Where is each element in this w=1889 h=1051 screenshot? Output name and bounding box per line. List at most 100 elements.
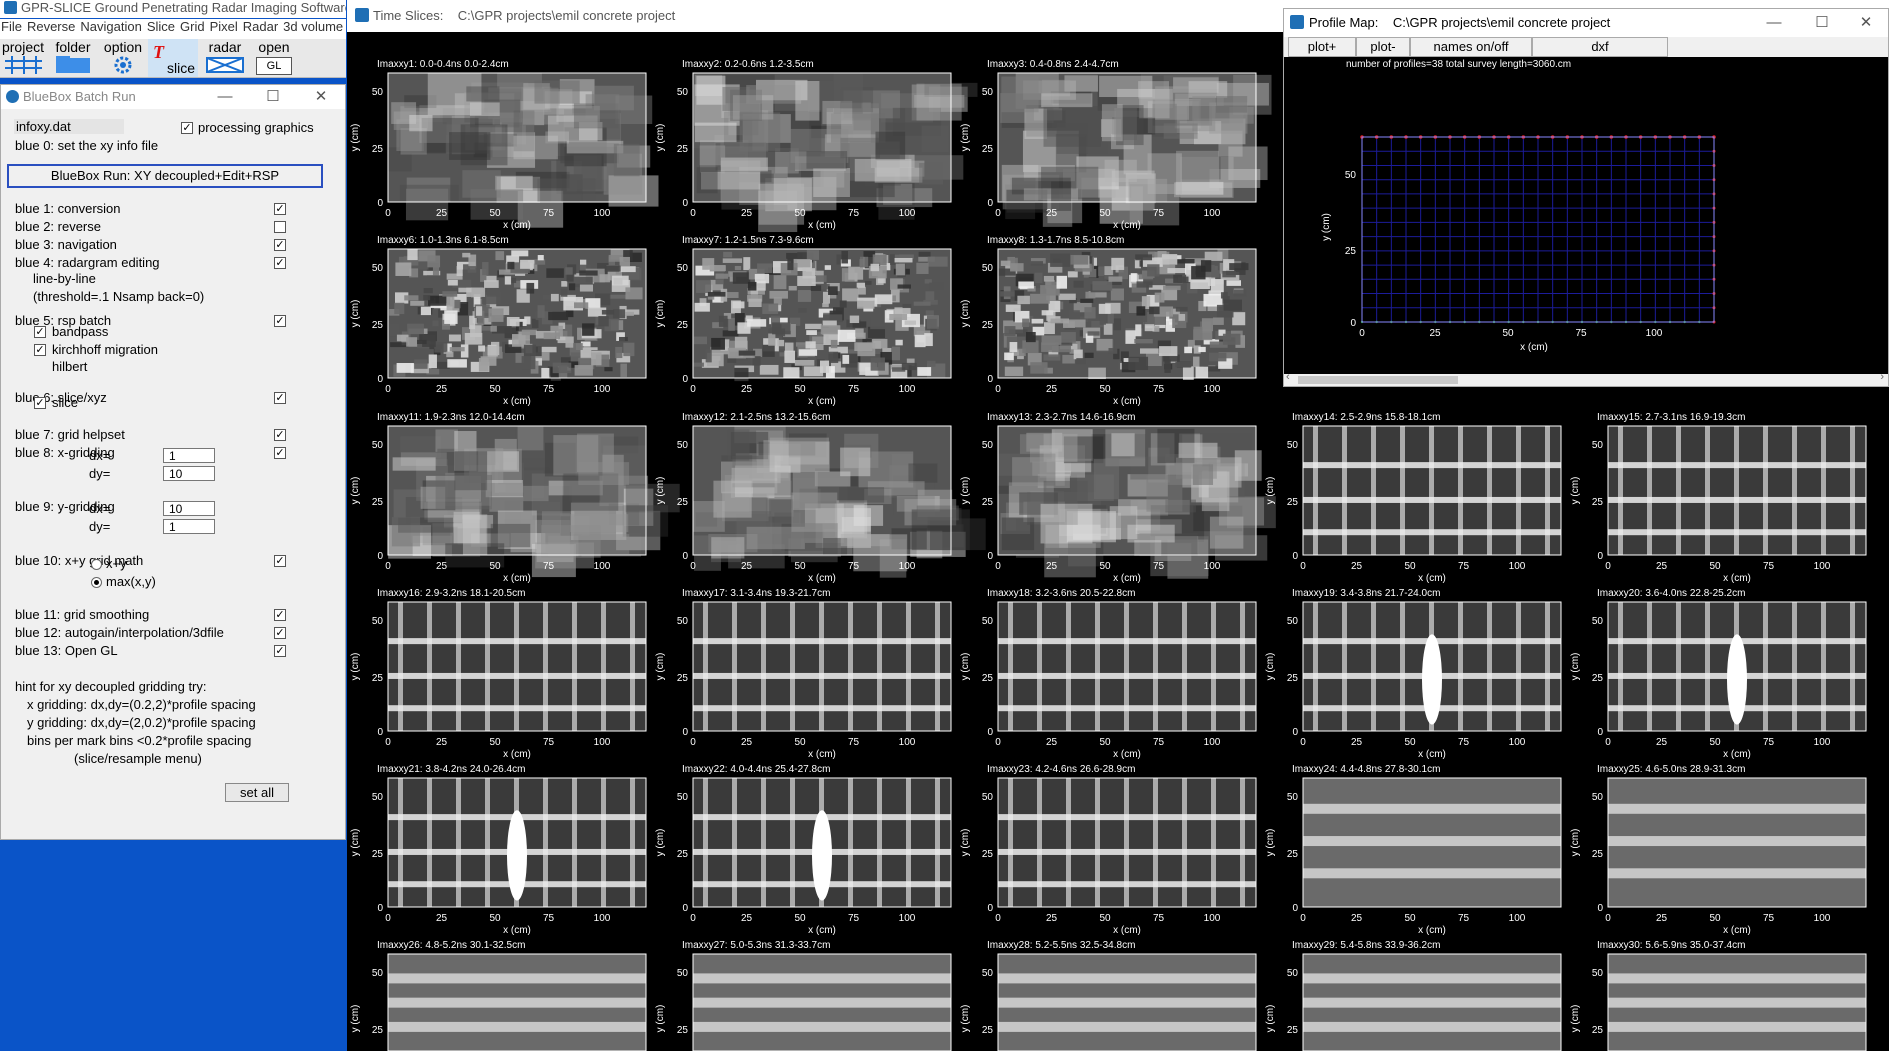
- menu-reverse[interactable]: Reverse: [27, 19, 75, 34]
- menu-slice[interactable]: Slice: [147, 19, 175, 34]
- y-axis-label: y (cm): [655, 300, 666, 328]
- folder-button[interactable]: folder: [50, 39, 96, 77]
- time-slice-panel[interactable]: Imaxxy18: 3.2-3.6ns 20.5-22.8cm 0 25 50 y (c…: [960, 588, 1257, 760]
- scroll-left-icon[interactable]: ‹: [1286, 371, 1290, 383]
- y-axis-label: y (cm): [655, 829, 666, 857]
- processing-graphics-checkbox[interactable]: ✓: [181, 122, 193, 134]
- menu-radar[interactable]: Radar: [243, 19, 278, 34]
- pmap-scroll-thumb[interactable]: [1298, 376, 1458, 384]
- time-slice-panel[interactable]: Imaxxy3: 0.4-0.8ns 2.4-4.7cm 0 25 50 y (cm) 0…: [960, 59, 1272, 231]
- maximize-button[interactable]: ☐: [253, 85, 293, 109]
- time-slice-panel[interactable]: Imaxxy15: 2.7-3.1ns 16.9-19.3cm 0 25 50 y (c…: [1570, 412, 1867, 584]
- batch-item-checkbox[interactable]: ✓: [274, 609, 286, 621]
- time-slice-panel[interactable]: Imaxxy20: 3.6-4.0ns 22.8-25.2cm 0 25 50 y (c…: [1570, 588, 1867, 760]
- menu-file[interactable]: File: [1, 19, 22, 34]
- time-slice-panel[interactable]: Imaxxy16: 2.9-3.2ns 18.1-20.5cm 0 25 50 y (c…: [350, 588, 647, 760]
- y-tick-label: 0: [987, 903, 993, 914]
- xgrid-dy-input[interactable]: 10: [163, 466, 215, 481]
- pmap-horizontal-scrollbar[interactable]: ‹ ›: [1284, 371, 1888, 386]
- info-file-field[interactable]: infoxy.dat: [14, 119, 124, 134]
- pmap-close-button[interactable]: ✕: [1846, 9, 1886, 37]
- radar-button[interactable]: radar: [202, 39, 248, 77]
- blue0-label[interactable]: blue 0: set the xy info file: [15, 138, 158, 153]
- x-tick-label: 75: [543, 737, 555, 748]
- threshold-label: (threshold=.1 Nsamp back=0): [33, 289, 205, 304]
- menu-navigation[interactable]: Navigation: [80, 19, 141, 34]
- bluebox-run-button[interactable]: BlueBox Run: XY decoupled+Edit+RSP: [7, 164, 323, 188]
- time-slice-panel[interactable]: Imaxxy13: 2.3-2.7ns 14.6-16.9cm 0 25 50 y (c…: [960, 412, 1276, 584]
- pmap-x-tick: 100: [1646, 328, 1663, 339]
- time-slice-panel[interactable]: Imaxxy7: 1.2-1.5ns 7.3-9.6cm 0 25 50 y (cm) 0…: [655, 235, 952, 407]
- time-slice-panel[interactable]: Imaxxy8: 1.3-1.7ns 8.5-10.8cm 0 25 50 y (cm)…: [960, 235, 1257, 407]
- pmap-maximize-button[interactable]: ☐: [1802, 9, 1842, 37]
- slice-checkbox[interactable]: ✓: [34, 397, 46, 409]
- x-axis-label: x (cm): [1113, 925, 1141, 936]
- names-toggle-button[interactable]: names on/off: [1410, 37, 1532, 57]
- time-slice-panel[interactable]: Imaxxy26: 4.8-5.2ns 30.1-32.5cm 25 50 y (cm…: [350, 940, 647, 1051]
- time-slice-panel[interactable]: Imaxxy11: 1.9-2.3ns 12.0-14.4cm 0 25 50 y (c…: [350, 412, 680, 584]
- time-slice-panel[interactable]: Imaxxy29: 5.4-5.8ns 33.9-36.2cm 25 50 y (cm…: [1265, 940, 1562, 1051]
- time-slice-panel[interactable]: Imaxxy22: 4.0-4.4ns 25.4-27.8cm 0 25 50 y (c…: [655, 764, 952, 936]
- time-slice-panel[interactable]: Imaxxy12: 2.1-2.5ns 13.2-15.6cm 0 25 50 y (c…: [655, 412, 986, 584]
- y-axis-label: y (cm): [655, 477, 666, 505]
- batch-item-checkbox[interactable]: ✓: [274, 645, 286, 657]
- kirchhoff-label: kirchhoff migration: [52, 342, 158, 357]
- batch-item-checkbox[interactable]: ✓: [274, 257, 286, 269]
- batch-item-checkbox[interactable]: [274, 221, 286, 233]
- math-radio-sum[interactable]: [91, 559, 102, 570]
- y-tick-label: 50: [372, 87, 384, 98]
- time-slice-panel[interactable]: Imaxxy21: 3.8-4.2ns 24.0-26.4cm 0 25 50 y (c…: [350, 764, 647, 936]
- xgrid-dx-input[interactable]: 1: [163, 448, 215, 463]
- time-slice-panel[interactable]: Imaxxy25: 4.6-5.0ns 28.9-31.3cm 0 25 50 y (c…: [1570, 764, 1867, 936]
- ygrid-dy-input[interactable]: 1: [163, 519, 215, 534]
- option-button[interactable]: option: [100, 39, 146, 77]
- open-gl-button[interactable]: open GL: [252, 39, 296, 77]
- batch-item-checkbox[interactable]: ✓: [274, 627, 286, 639]
- project-button[interactable]: project: [0, 39, 46, 77]
- plot-minus-button[interactable]: plot-: [1356, 37, 1410, 57]
- minimize-button[interactable]: —: [205, 85, 245, 109]
- time-slice-panel[interactable]: Imaxxy17: 3.1-3.4ns 19.3-21.7cm 0 25 50 y (c…: [655, 588, 952, 760]
- batch-item-checkbox[interactable]: ✓: [274, 555, 286, 567]
- time-slice-panel[interactable]: Imaxxy28: 5.2-5.5ns 32.5-34.8cm 25 50 y (cm…: [960, 940, 1257, 1051]
- profile-map-plot[interactable]: number of profiles=38 total survey lengt…: [1284, 57, 1888, 374]
- time-slice-panel[interactable]: Imaxxy19: 3.4-3.8ns 21.7-24.0cm 0 25 50 y (c…: [1265, 588, 1562, 760]
- set-all-button[interactable]: set all: [225, 783, 289, 802]
- pmap-minimize-button[interactable]: —: [1754, 9, 1794, 37]
- scroll-right-icon[interactable]: ›: [1880, 371, 1884, 383]
- plot-plus-button[interactable]: plot+: [1288, 37, 1356, 57]
- time-slice-panel[interactable]: Imaxxy23: 4.2-4.6ns 26.6-28.9cm 0 25 50 y (c…: [960, 764, 1257, 936]
- time-slice-panel[interactable]: Imaxxy30: 5.6-5.9ns 35.0-37.4cm 25 50 y (cm…: [1570, 940, 1867, 1051]
- batch-item-checkbox[interactable]: ✓: [274, 447, 286, 459]
- ygrid-dx-input[interactable]: 10: [163, 501, 215, 516]
- kirchhoff-checkbox[interactable]: ✓: [34, 344, 46, 356]
- time-slice-panel[interactable]: Imaxxy27: 5.0-5.3ns 31.3-33.7cm 25 50 y (cm…: [655, 940, 952, 1051]
- batch-item-checkbox[interactable]: ✓: [274, 429, 286, 441]
- time-slice-panel[interactable]: Imaxxy2: 0.2-0.6ns 1.2-3.5cm 0 25 50 y (cm) 0…: [655, 59, 978, 233]
- x-tick-label: 100: [899, 913, 916, 924]
- time-slice-panel[interactable]: Imaxxy14: 2.5-2.9ns 15.8-18.1cm 0 25 50 y (c…: [1265, 412, 1562, 584]
- y-tick-label: 50: [1592, 616, 1604, 627]
- x-tick-label: 50: [1709, 737, 1721, 748]
- math-radio-max[interactable]: [91, 577, 102, 588]
- slice-button[interactable]: Tslice: [148, 39, 198, 77]
- time-slice-panel[interactable]: Imaxxy24: 4.4-4.8ns 27.8-30.1cm 0 25 50 y (c…: [1265, 764, 1562, 936]
- batch-item-checkbox[interactable]: ✓: [274, 239, 286, 251]
- pmap-x-tick: 25: [1429, 328, 1441, 339]
- slice-label: Imaxxy6: 1.0-1.3ns 6.1-8.5cm: [377, 235, 509, 246]
- menu-3d-volume[interactable]: 3d volume: [283, 19, 343, 34]
- batch-item-checkbox[interactable]: ✓: [274, 203, 286, 215]
- y-tick-label: 25: [1287, 1025, 1299, 1036]
- dxf-button[interactable]: dxf: [1532, 37, 1668, 57]
- time-slice-panel[interactable]: Imaxxy6: 1.0-1.3ns 6.1-8.5cm 0 25 50 y (cm) 0…: [350, 235, 647, 407]
- x-tick-label: 50: [1099, 737, 1111, 748]
- bandpass-checkbox[interactable]: ✓: [34, 326, 46, 338]
- batch-item-checkbox[interactable]: ✓: [274, 315, 286, 327]
- menu-pixel[interactable]: Pixel: [210, 19, 238, 34]
- batch-item-checkbox[interactable]: ✓: [274, 392, 286, 404]
- profile-map-canvas[interactable]: number of profiles=38 total survey lengt…: [1284, 57, 1888, 374]
- close-button[interactable]: ✕: [301, 85, 341, 109]
- time-slice-panel[interactable]: Imaxxy1: 0.0-0.4ns 0.0-2.4cm 0 25 50 y (cm) 0…: [350, 59, 659, 231]
- menu-grid[interactable]: Grid: [180, 19, 205, 34]
- x-axis-label: x (cm): [503, 396, 531, 407]
